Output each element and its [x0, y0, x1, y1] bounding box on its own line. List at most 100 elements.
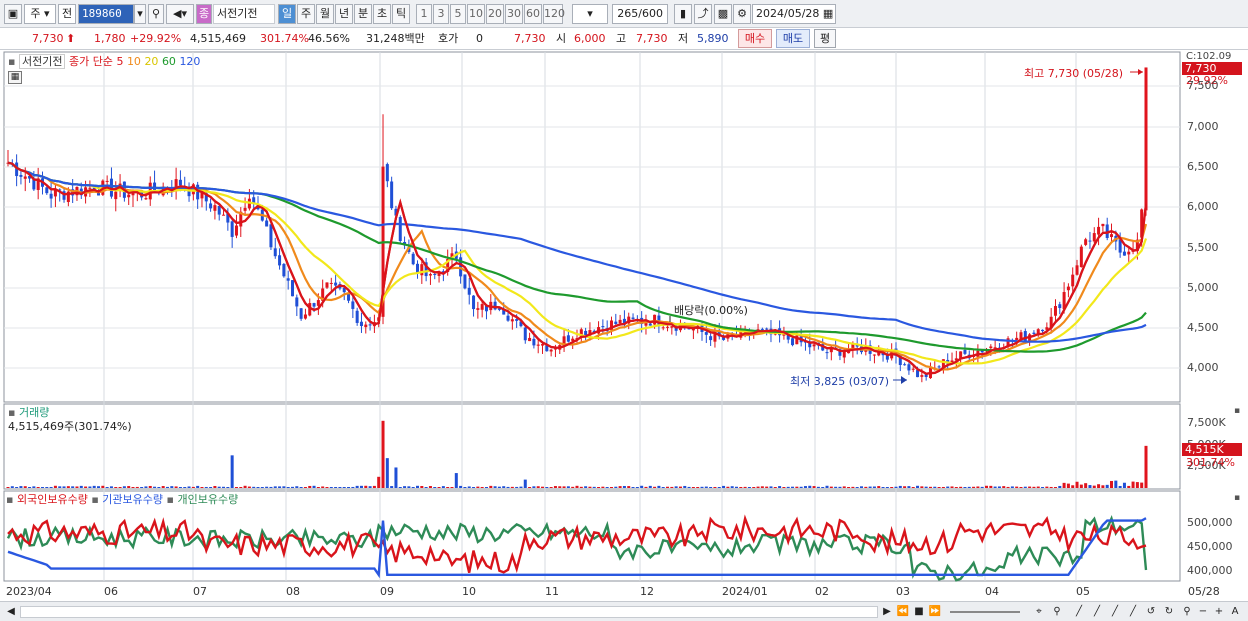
candle-body [648, 323, 652, 326]
draw-line-icon[interactable]: ╱ [1072, 605, 1086, 619]
volume-bar [1144, 445, 1148, 488]
volume-bar [773, 487, 777, 488]
candle-body [760, 328, 764, 330]
interval-tab-5[interactable]: 30 [505, 4, 523, 24]
interval-tab-7[interactable]: 120 [543, 4, 565, 24]
candle-body [1084, 239, 1088, 245]
period-tab-5[interactable]: 초 [373, 4, 391, 24]
draw-trend-icon[interactable]: ╱ [1090, 605, 1104, 619]
volume-bar [187, 486, 191, 488]
volume-value: 4,515,469 [190, 32, 246, 45]
market-select[interactable]: 주 ▾ [24, 4, 56, 24]
magnifier-icon[interactable]: ⚲ [1050, 605, 1064, 619]
volume-bar [877, 486, 881, 488]
redo-icon[interactable]: ↻ [1162, 605, 1176, 619]
volume-bar [510, 486, 514, 488]
zoom-out-icon[interactable]: − [1196, 605, 1210, 619]
interval-tab-6[interactable]: 60 [524, 4, 542, 24]
interval-tab-3[interactable]: 10 [467, 4, 485, 24]
search-zoom-icon[interactable]: ⚲ [1180, 605, 1194, 619]
volume-bar [36, 487, 40, 488]
sell-button[interactable]: 매도 [776, 29, 810, 48]
code-dropdown-icon[interactable]: ▾ [134, 4, 146, 24]
volume-bar [1110, 480, 1114, 488]
search-icon[interactable]: ⚲ [148, 4, 164, 24]
volume-bar [933, 486, 937, 488]
grid-toggle-icon[interactable]: ▦ [8, 71, 22, 84]
ma-label: 종가 단순 [68, 55, 113, 68]
settings-icon[interactable]: ⚙ [733, 4, 751, 24]
speaker-icon[interactable]: ◀▾ [166, 4, 194, 24]
candle-body [963, 350, 967, 354]
chart-canvas[interactable] [0, 50, 1248, 601]
period-tab-6[interactable]: 틱 [392, 4, 410, 24]
interval-select[interactable]: ▾ [572, 4, 608, 24]
volume-bar [691, 487, 695, 488]
volume-bar [791, 486, 795, 488]
rewind-icon[interactable]: ⏪ [896, 605, 910, 619]
volume-panel-close-icon[interactable]: ▪ [1234, 406, 1240, 416]
volume-bar [1118, 485, 1122, 488]
scroll-left-icon[interactable]: ◀ [4, 605, 18, 619]
data-count-field[interactable]: 265/600 [612, 4, 668, 24]
line-tool-icon[interactable]: ⤴ [694, 4, 712, 24]
holdings-panel-close-icon[interactable]: ▪ [1234, 493, 1240, 503]
font-size-icon[interactable]: A [1228, 605, 1242, 619]
period-tab-1[interactable]: 주 [297, 4, 315, 24]
stock-code-input[interactable]: 189860 [78, 4, 134, 24]
chart-scrollbar[interactable]: ◀ ▶ ⏪ ■ ⏩ ⌖ ⚲ ╱ ╱ ╱ ╱ ↺ ↻ ⚲ − + A [0, 601, 1248, 621]
scope-button[interactable]: 전 [58, 4, 76, 24]
volume-bar [105, 487, 109, 488]
buy-button[interactable]: 매수 [738, 29, 772, 48]
volume-bar [390, 486, 394, 488]
candle-body [872, 354, 876, 356]
interval-tab-0[interactable]: 1 [416, 4, 432, 24]
volume-bar [941, 486, 945, 488]
date-field[interactable]: 2024/05/28 ▦ [752, 4, 836, 24]
volume-bar [993, 486, 997, 488]
scroll-track[interactable] [20, 606, 878, 618]
volume-panel-frame [3, 403, 1181, 490]
date-value: 2024/05/28 [756, 7, 820, 20]
period-tab-3[interactable]: 년 [335, 4, 353, 24]
period-tab-4[interactable]: 분 [354, 4, 372, 24]
scroll-right-icon[interactable]: ▶ [880, 605, 894, 619]
volume-bar [851, 486, 855, 488]
stop-icon[interactable]: ■ [912, 605, 926, 619]
volume-bar [140, 487, 144, 488]
volume-bar [631, 487, 635, 488]
crosshair-icon[interactable]: ⌖ [1032, 605, 1046, 619]
period-tab-2[interactable]: 월 [316, 4, 334, 24]
fast-forward-icon[interactable]: ⏩ [928, 605, 942, 619]
volume-bar [683, 485, 687, 488]
volume-bar [62, 486, 66, 488]
avg-price-button[interactable]: 평 [814, 29, 836, 48]
candle-type-icon[interactable]: ▮ [674, 4, 692, 24]
price-ytick: 6,500 [1187, 160, 1219, 173]
interval-tab-2[interactable]: 5 [450, 4, 466, 24]
candle-body [1110, 234, 1114, 238]
undo-icon[interactable]: ↺ [1144, 605, 1158, 619]
volume-bar [972, 486, 976, 488]
volume-bar [1023, 486, 1027, 488]
draw-fib-icon[interactable]: ╱ [1126, 605, 1140, 619]
data-count-value: 265 [617, 7, 639, 20]
zoom-slider[interactable] [950, 611, 1020, 613]
volume-bar [747, 487, 751, 488]
volume-bar [433, 487, 437, 488]
ma-120-label: 120 [179, 55, 201, 68]
candle-body [368, 324, 372, 326]
volume-bar [321, 486, 325, 488]
interval-tab-4[interactable]: 20 [486, 4, 504, 24]
save-icon[interactable]: ▩ [714, 4, 732, 24]
period-tab-0[interactable]: 일 [278, 4, 296, 24]
window-icon[interactable]: ▣ [4, 4, 22, 24]
zoom-in-icon[interactable]: + [1212, 605, 1226, 619]
draw-channel-icon[interactable]: ╱ [1108, 605, 1122, 619]
calendar-icon[interactable]: ▦ [823, 7, 833, 20]
x-axis-label: 09 [380, 585, 394, 598]
interval-tab-1[interactable]: 3 [433, 4, 449, 24]
volume-bar [28, 487, 32, 488]
low-price: 5,890 [697, 32, 729, 45]
volume-bar [640, 485, 644, 488]
